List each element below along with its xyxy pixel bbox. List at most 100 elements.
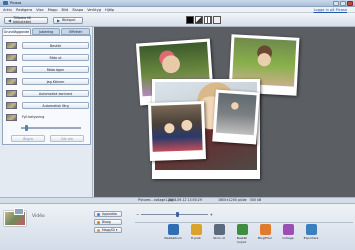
back-to-library-label: Tillbaka till biblioteket xyxy=(13,16,32,24)
crop-preview-thumbnail xyxy=(6,41,17,49)
menu-item-mapp[interactable]: Mapp xyxy=(48,8,58,12)
email-icon xyxy=(190,224,202,235)
fix-row-straighten: Räta ut xyxy=(6,53,89,61)
collage-action[interactable]: Collage xyxy=(278,224,298,246)
close-icon[interactable] xyxy=(347,1,353,6)
print-label: Skriv ut xyxy=(213,236,225,240)
toolbar: ◀ Tillbaka till biblioteket ▶ Bildspel xyxy=(0,13,355,27)
menu-item-verktyg[interactable]: Verktyg xyxy=(87,8,101,12)
blogthis-icon xyxy=(259,224,271,235)
tray-thumbnail-secondary[interactable] xyxy=(14,208,24,215)
redeye-button[interactable]: Röda ögon xyxy=(22,65,89,73)
folder-select-label: Mapp/ID ▾ xyxy=(102,228,118,232)
black-background-icon[interactable] xyxy=(186,16,194,24)
compare-view-icon[interactable] xyxy=(213,16,221,24)
slideshow-button[interactable]: ▶ Bildspel xyxy=(53,16,83,24)
menu-item-redigera[interactable]: Redigera xyxy=(16,8,32,12)
edit-panel: Grundläggande Justering Effekter Beskär … xyxy=(0,27,93,197)
webalbum-icon xyxy=(167,224,179,235)
print-action[interactable]: Skriv ut xyxy=(209,224,229,246)
upload-label: Uppladda xyxy=(102,212,117,216)
minimize-icon[interactable] xyxy=(333,1,339,6)
feeling-lucky-button[interactable]: Jag Känner xyxy=(22,77,89,85)
back-to-library-button[interactable]: ◀ Tillbaka till biblioteket xyxy=(4,16,48,24)
split-view-icon[interactable] xyxy=(195,16,203,24)
export-icon xyxy=(305,224,317,235)
auto-color-button[interactable]: Automatisk färg xyxy=(22,101,89,109)
straighten-button[interactable]: Räta ut xyxy=(22,53,89,61)
zoom-handle[interactable] xyxy=(176,212,179,217)
email-action[interactable]: E-post xyxy=(186,224,206,246)
collage-photo-4 xyxy=(148,101,206,161)
children-sofa-photo xyxy=(151,104,203,152)
menu-item-skapa[interactable]: Skapa xyxy=(72,8,83,12)
upload-icon xyxy=(97,212,100,216)
auto-contrast-button[interactable]: Automatisk kontrast xyxy=(22,89,89,97)
blog-button[interactable]: Bloog xyxy=(94,219,122,225)
straighten-preview-thumbnail xyxy=(6,53,17,61)
arrow-left-icon: ◀ xyxy=(8,17,12,23)
play-icon: ▶ xyxy=(57,17,61,23)
collage-label: Collage xyxy=(282,236,294,240)
fix-row-feeling-lucky: Jag Känner xyxy=(6,77,89,85)
zoom-track[interactable] xyxy=(141,213,208,216)
fix-row-redeye: Röda ögon xyxy=(6,65,89,73)
picasa-app-icon xyxy=(3,1,8,5)
fix-row-auto-contrast: Automatisk kontrast xyxy=(6,89,89,97)
auto-color-preview-thumbnail xyxy=(6,101,17,109)
photo-canvas[interactable] xyxy=(94,27,355,197)
auto-contrast-preview-thumbnail xyxy=(6,89,17,97)
fill-light-label: Fyll belysning xyxy=(22,114,45,119)
tray-separator xyxy=(135,222,353,223)
menu-item-bild[interactable]: Bild xyxy=(61,8,68,12)
print-icon xyxy=(213,224,225,235)
webalbum-action[interactable]: Webbalbum xyxy=(163,224,183,246)
order-prints-icon xyxy=(236,224,248,235)
tray-zoom-slider[interactable]: − + xyxy=(136,211,213,218)
collage-photo-5 xyxy=(212,89,260,145)
menu-item-visa[interactable]: Visa xyxy=(36,8,43,12)
fix-row-crop: Beskär xyxy=(6,41,89,49)
tab-grundlaggande[interactable]: Grundläggande xyxy=(2,28,31,35)
blogthis-label: BlogThis! xyxy=(258,236,272,240)
zoom-out-icon[interactable]: − xyxy=(136,212,139,217)
menu-item-arkiv[interactable]: Arkiv xyxy=(3,8,12,12)
maximize-icon[interactable] xyxy=(340,1,346,6)
redeye-preview-thumbnail xyxy=(6,65,17,73)
blog-label: Bloog xyxy=(102,220,111,224)
grid-view-icon[interactable] xyxy=(204,16,212,24)
blog-icon xyxy=(97,220,100,224)
upload-button[interactable]: Uppladda xyxy=(94,211,122,217)
order-prints-action[interactable]: Beställ kopior xyxy=(232,224,252,246)
tab-justering[interactable]: Justering xyxy=(31,28,61,35)
photo-tray: Vidéo Uppladda Bloog Mapp/ID ▾ − + Webba… xyxy=(0,203,355,250)
email-label: E-post xyxy=(191,236,201,240)
crop-button[interactable]: Beskär xyxy=(22,41,89,49)
window-controls xyxy=(333,1,353,6)
slideshow-label: Bildspel xyxy=(62,18,76,22)
zoom-in-icon[interactable]: + xyxy=(210,212,213,217)
folder-select[interactable]: Mapp/ID ▾ xyxy=(94,227,122,233)
fill-light-slider-track[interactable] xyxy=(21,127,81,129)
fix-row-auto-color: Automatisk färg xyxy=(6,101,89,109)
view-mode-swatches xyxy=(186,16,221,24)
undo-button[interactable]: Ångra xyxy=(11,135,45,142)
edit-tabs: Grundläggande Justering Effekter xyxy=(2,28,91,35)
order-prints-label: Beställ kopior xyxy=(236,236,248,244)
export-action[interactable]: Exportera xyxy=(301,224,321,246)
tab-effekter[interactable]: Effekter xyxy=(61,28,91,35)
feeling-lucky-preview-thumbnail xyxy=(6,77,17,85)
blogthis-action[interactable]: BlogThis! xyxy=(255,224,275,246)
signin-link[interactable]: Logga in på Picasa xyxy=(314,8,347,12)
window-titlebar: Picasa xyxy=(0,0,355,7)
fill-light-slider-handle[interactable] xyxy=(25,124,28,131)
menu-item-hjalp[interactable]: Hjälp xyxy=(105,8,114,12)
child-hallway-photo xyxy=(215,92,257,136)
export-label: Exportera xyxy=(303,236,319,240)
redo-button[interactable]: Gör om xyxy=(50,135,84,142)
fill-light-preview-thumbnail xyxy=(6,113,17,121)
collage-icon xyxy=(282,224,294,235)
basic-fixes-panel: Beskär Räta ut Röda ögon Jag Känner Auto… xyxy=(2,35,91,145)
fix-row-fill-light: Fyll belysning xyxy=(6,113,89,121)
tray-label: Vidéo xyxy=(32,214,45,219)
